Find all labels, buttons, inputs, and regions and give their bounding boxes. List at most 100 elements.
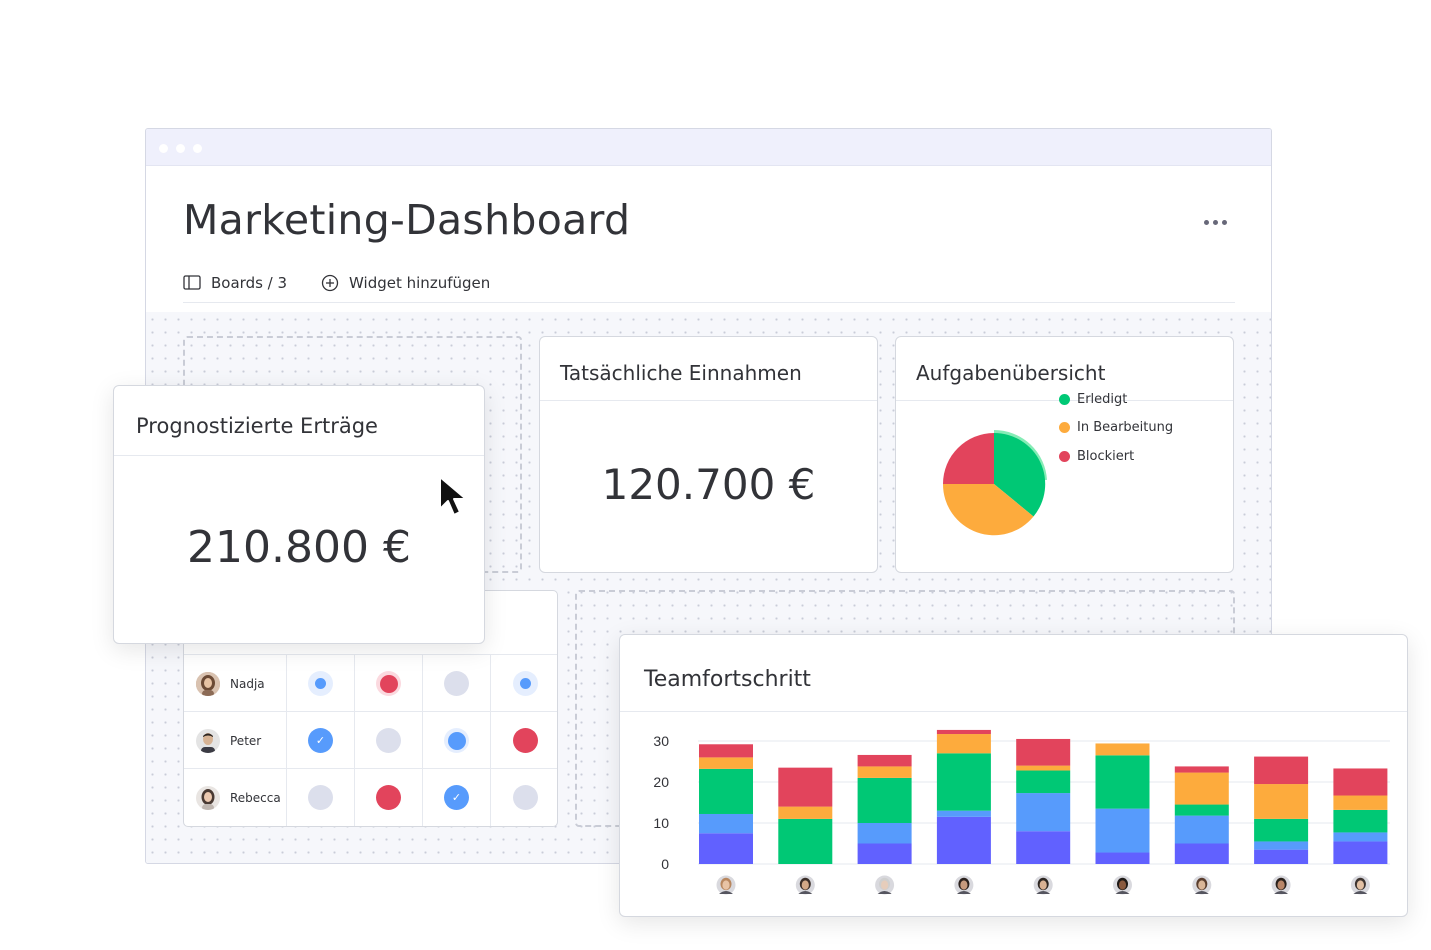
y-tick-label: 0: [661, 856, 669, 872]
bar-segment: [936, 729, 991, 735]
team-member-avatar: [1271, 875, 1291, 895]
widget-title: Tatsächliche Einnahmen: [560, 361, 802, 385]
boards-label: Boards / 3: [211, 273, 288, 292]
forecast-revenue-value: 210.800 €: [187, 522, 411, 573]
status-pill: [444, 671, 469, 696]
add-widget-button[interactable]: Widget hinzufügen: [321, 271, 490, 295]
bar-segment: [1016, 770, 1071, 794]
bar-segment: [1254, 818, 1309, 842]
status-pill: [308, 671, 333, 696]
bar-segment: [1174, 815, 1229, 844]
person-name: Nadja: [230, 676, 265, 691]
status-cell[interactable]: [355, 712, 423, 769]
table-row: Nadja: [184, 654, 557, 712]
page-title: Marketing-Dashboard: [183, 196, 631, 244]
boards-icon: [183, 275, 201, 291]
boards-button[interactable]: Boards / 3: [183, 271, 287, 295]
check-icon: ✓: [308, 728, 333, 753]
bar-segment: [1095, 743, 1150, 756]
person-name: Rebecca: [230, 790, 281, 805]
bar-segment: [857, 766, 912, 778]
bar-segment: [1095, 852, 1150, 864]
status-cell[interactable]: ✓: [287, 712, 355, 769]
bar-segment: [936, 753, 991, 811]
legend-dot: [1059, 393, 1070, 405]
dashboard-header: Marketing-Dashboard Boards / 3 Widget hi…: [146, 166, 1271, 312]
avatar: [196, 671, 220, 696]
widget-title: Aufgabenübersicht: [916, 361, 1106, 385]
status-cell[interactable]: [287, 655, 355, 712]
team-member-avatar: [1113, 875, 1132, 895]
person-name: Peter: [230, 733, 262, 748]
status-pill: [512, 671, 538, 696]
bar-segment: [1016, 793, 1071, 832]
divider: [114, 455, 484, 456]
bar-segment: [1254, 756, 1309, 785]
bar-segment: [1174, 772, 1229, 805]
status-cell[interactable]: [355, 769, 423, 826]
bar-segment: [1174, 766, 1229, 773]
plus-circle-icon: [321, 274, 339, 291]
team-member-avatar: [954, 875, 974, 895]
status-cell[interactable]: [491, 655, 557, 712]
bar-segment: [936, 810, 991, 817]
avatar: [196, 785, 220, 810]
status-cell[interactable]: [423, 655, 491, 712]
team-member-avatar: [716, 875, 736, 895]
bar-segment: [857, 843, 912, 864]
avatar: [196, 728, 220, 753]
legend-dot: [1059, 450, 1070, 462]
legend-label: Erledigt: [1077, 391, 1128, 407]
task-overview-widget[interactable]: Aufgabenübersicht Erledigt In Bearbeitun…: [895, 336, 1234, 573]
status-pill: [376, 671, 401, 696]
task-legend: Erledigt In Bearbeitung Blockiert: [1059, 385, 1173, 471]
team-member-avatar: [1192, 875, 1212, 895]
more-options-icon[interactable]: [1199, 216, 1231, 228]
bar-segment: [778, 818, 833, 864]
bar-segment: [936, 816, 991, 864]
person-cell: Rebecca: [184, 769, 287, 826]
bar-segment: [1333, 832, 1388, 842]
legend-item: Erledigt: [1059, 385, 1173, 414]
status-pill: [308, 785, 333, 810]
status-cell[interactable]: [491, 712, 557, 769]
y-tick-label: 30: [653, 733, 669, 749]
team-progress-widget[interactable]: Teamfortschritt 0 10 20 30: [619, 634, 1408, 917]
task-pie-chart: [942, 429, 1047, 536]
status-cell[interactable]: [423, 712, 491, 769]
bar-segment: [1333, 809, 1388, 833]
forecast-revenue-widget[interactable]: Prognostizierte Erträge 210.800 €: [113, 385, 485, 644]
actual-revenue-value: 120.700 €: [601, 460, 816, 509]
status-cell[interactable]: [355, 655, 423, 712]
bar-segment: [699, 833, 753, 864]
bar-segment: [1333, 795, 1388, 810]
bar-segment: [857, 777, 912, 823]
bar-segment: [936, 734, 991, 754]
bar-segment: [1254, 849, 1309, 864]
status-cell[interactable]: [491, 769, 557, 826]
bar-segment: [778, 806, 833, 819]
bar-segment: [857, 823, 912, 844]
bar-segment: [1333, 841, 1388, 864]
team-member-avatar: [795, 875, 815, 895]
divider: [540, 400, 877, 401]
status-pill: [376, 785, 401, 810]
bar-segment: [1333, 768, 1388, 796]
y-tick-label: 20: [653, 774, 669, 790]
actual-revenue-widget[interactable]: Tatsächliche Einnahmen 120.700 €: [539, 336, 878, 573]
bar-segment: [699, 757, 753, 769]
legend-item: In Bearbeitung: [1059, 414, 1173, 443]
legend-label: Blockiert: [1077, 448, 1135, 464]
window-titlebar: [146, 129, 1271, 166]
status-cell[interactable]: ✓: [423, 769, 491, 826]
team-progress-chart: 0 10 20 30: [653, 729, 1390, 895]
legend-item: Blockiert: [1059, 442, 1173, 471]
status-pill: [512, 785, 538, 810]
bar-segment: [699, 768, 753, 814]
bar-segment: [1254, 841, 1309, 850]
legend-dot: [1059, 422, 1070, 434]
dashboard-toolbar: Boards / 3 Widget hinzufügen: [183, 273, 1235, 303]
table-row: Peter ✓: [184, 711, 557, 769]
status-cell[interactable]: [287, 769, 355, 826]
bar-segment: [699, 813, 753, 834]
